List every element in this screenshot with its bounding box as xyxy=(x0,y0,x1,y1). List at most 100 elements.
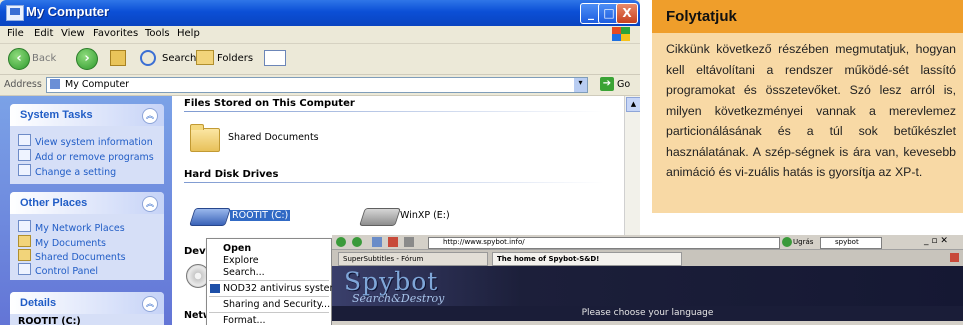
network-icon xyxy=(18,220,31,232)
drive-c-label[interactable]: ROOTIT (C:) xyxy=(230,210,291,221)
go-arrow-icon[interactable]: ➔ xyxy=(600,77,614,91)
chevron-down-icon[interactable]: ▾ xyxy=(574,78,587,92)
title-bar[interactable]: My Computer _ □ X xyxy=(0,0,640,26)
reload-icon[interactable] xyxy=(372,237,382,247)
search-text: spybot xyxy=(835,238,859,246)
address-input[interactable]: My Computer ▾ xyxy=(46,77,588,93)
windows-logo-icon xyxy=(612,27,630,41)
views-icon[interactable] xyxy=(264,50,286,66)
forward-arrow-icon[interactable] xyxy=(352,237,362,247)
folders-button-label[interactable]: Folders xyxy=(217,53,253,64)
article-header: Folytatjuk xyxy=(652,0,963,33)
hard-drive-c-icon[interactable] xyxy=(189,208,231,226)
tab-supersubtitles[interactable]: SuperSubtitles - Fórum xyxy=(338,252,488,266)
other-places-panel: Other Places ︽ My Network Places My Docu… xyxy=(10,192,164,280)
panel-title: System Tasks xyxy=(20,109,93,121)
task-pane: System Tasks ︽ View system information A… xyxy=(0,96,172,325)
menu-item-label: Open xyxy=(223,243,252,254)
panel-header[interactable]: System Tasks ︽ xyxy=(10,104,164,126)
panel-header[interactable]: Details ︽ xyxy=(10,292,164,314)
details-text: ROOTIT (C:) xyxy=(18,316,81,325)
shared-documents-folder-icon[interactable] xyxy=(190,124,220,152)
browser-tab-bar: SuperSubtitles - Fórum The home of Spybo… xyxy=(332,250,963,266)
url-text: http://www.spybot.info/ xyxy=(443,238,525,246)
go-icon[interactable] xyxy=(782,237,792,247)
menu-bar: File Edit View Favorites Tools Help xyxy=(0,26,640,44)
system-tasks-panel: System Tasks ︽ View system information A… xyxy=(10,104,164,184)
drive-e-label[interactable]: WinXP (E:) xyxy=(400,210,450,221)
collapse-chevron-icon[interactable]: ︽ xyxy=(142,108,158,124)
address-bar: Address My Computer ▾ ➔ Go xyxy=(0,75,640,96)
scroll-up-icon[interactable]: ▲ xyxy=(626,97,640,112)
window-title: My Computer xyxy=(26,4,110,19)
forward-arrow-icon[interactable]: › xyxy=(76,48,98,70)
menu-file[interactable]: File xyxy=(7,28,24,39)
menu-help[interactable]: Help xyxy=(177,28,200,39)
close-tab-icon[interactable] xyxy=(950,253,959,262)
back-arrow-icon[interactable] xyxy=(336,237,346,247)
menu-separator xyxy=(209,312,329,313)
browser-window-controls[interactable]: _ ▫ ✕ xyxy=(924,236,948,246)
task-label: View system information xyxy=(35,137,153,148)
browser-window: http://www.spybot.info/ Ugrás spybot _ ▫… xyxy=(332,235,963,325)
folders-icon[interactable] xyxy=(196,50,214,65)
menu-item-label: Explore xyxy=(223,255,259,266)
address-label: Address xyxy=(4,79,42,90)
hard-drive-e-icon[interactable] xyxy=(359,208,401,226)
go-label[interactable]: Ugrás xyxy=(793,238,813,246)
folder-icon xyxy=(18,249,31,261)
menu-item-label: Sharing and Security... xyxy=(223,299,331,310)
browser-toolbar: http://www.spybot.info/ Ugrás spybot _ ▫… xyxy=(332,235,963,250)
programs-icon xyxy=(18,149,31,161)
stop-icon[interactable] xyxy=(388,237,398,247)
spybot-logo-subtitle: Search&Destroy xyxy=(352,292,445,305)
section-drives-title: Hard Disk Drives xyxy=(184,169,279,180)
shared-documents-label[interactable]: Shared Documents xyxy=(228,132,319,143)
close-button[interactable]: X xyxy=(616,3,638,24)
place-control-panel[interactable]: Control Panel xyxy=(18,263,98,277)
place-my-documents[interactable]: My Documents xyxy=(18,235,106,249)
go-button-label[interactable]: Go xyxy=(617,79,630,90)
toolbar: ‹ Back › Search Folders xyxy=(0,44,640,75)
menu-view[interactable]: View xyxy=(61,28,85,39)
panel-title: Details xyxy=(20,297,57,309)
browser-search-input[interactable]: spybot xyxy=(820,237,882,249)
menu-edit[interactable]: Edit xyxy=(34,28,53,39)
place-label: My Network Places xyxy=(35,223,125,234)
context-menu: Open Explore Search... NOD32 antivirus s… xyxy=(206,238,339,325)
article-sidebar: Folytatjuk Cikkünk következő részében me… xyxy=(652,0,963,213)
task-add-remove-programs[interactable]: Add or remove programs xyxy=(18,149,154,163)
collapse-chevron-icon[interactable]: ︽ xyxy=(142,196,158,212)
search-icon[interactable] xyxy=(140,50,156,66)
menu-tools[interactable]: Tools xyxy=(145,28,170,39)
menu-separator xyxy=(209,296,329,297)
collapse-chevron-icon[interactable]: ︽ xyxy=(142,296,158,312)
browser-url-input[interactable]: http://www.spybot.info/ xyxy=(428,237,780,249)
article-body: Cikkünk következő részében megmutatjuk, … xyxy=(666,42,956,179)
tab-spybot[interactable]: The home of Spybot-S&D! xyxy=(492,252,682,266)
place-label: My Documents xyxy=(35,238,107,249)
task-view-system-info[interactable]: View system information xyxy=(18,134,153,148)
task-change-setting[interactable]: Change a setting xyxy=(18,164,116,178)
menu-item-label: Format... xyxy=(223,315,266,325)
menu-favorites[interactable]: Favorites xyxy=(93,28,138,39)
language-prompt: Please choose your language xyxy=(332,306,963,321)
search-button-label[interactable]: Search xyxy=(162,53,196,64)
control-panel-icon xyxy=(18,263,31,275)
panel-header[interactable]: Other Places ︽ xyxy=(10,192,164,214)
nod32-icon xyxy=(210,284,220,293)
up-folder-icon[interactable] xyxy=(110,50,126,66)
my-computer-icon xyxy=(6,5,24,21)
back-arrow-icon[interactable]: ‹ xyxy=(8,48,30,70)
back-button-label[interactable]: Back xyxy=(32,53,56,64)
folder-icon xyxy=(18,235,31,247)
place-network[interactable]: My Network Places xyxy=(18,220,125,234)
panel-title: Other Places xyxy=(20,197,88,209)
details-panel: Details ︽ ROOTIT (C:) xyxy=(10,292,164,325)
task-label: Change a setting xyxy=(35,167,117,178)
place-label: Control Panel xyxy=(35,266,98,277)
home-icon[interactable] xyxy=(404,237,414,247)
place-shared-documents[interactable]: Shared Documents xyxy=(18,249,126,263)
menu-separator xyxy=(209,280,329,281)
menu-item-label: NOD32 antivirus system xyxy=(223,283,339,294)
